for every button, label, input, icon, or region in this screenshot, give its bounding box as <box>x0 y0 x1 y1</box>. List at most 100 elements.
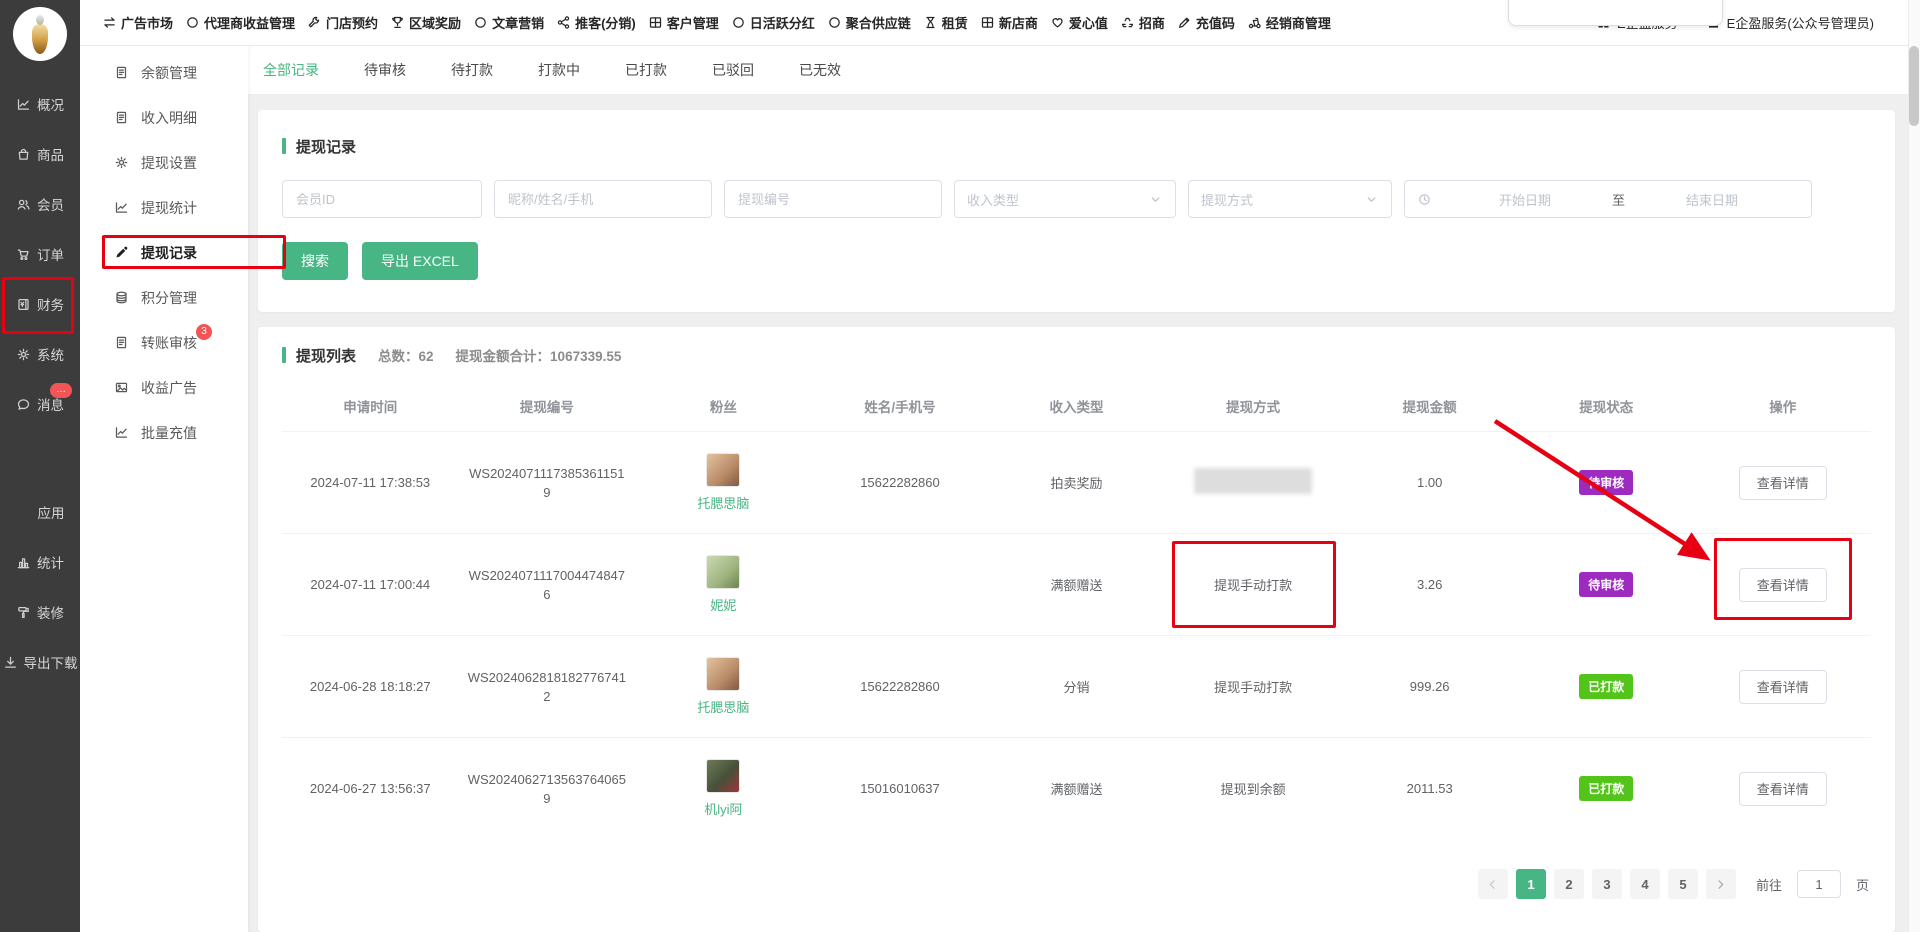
sidebar-item-3[interactable]: 订单 <box>0 229 80 279</box>
tab-3[interactable]: 打款中 <box>538 60 580 80</box>
topnav-item-13[interactable]: 充值码 <box>1177 13 1235 32</box>
search-section-title: 提现记录 <box>296 136 356 157</box>
next-page-button[interactable] <box>1706 869 1736 899</box>
list-total: 总数：62 <box>378 345 434 365</box>
topnav-item-11[interactable]: 爱心值 <box>1050 13 1108 32</box>
swap-icon <box>102 15 117 30</box>
select-placeholder: 收入类型 <box>967 190 1019 209</box>
topnav-item-5[interactable]: 推客(分销) <box>556 13 636 32</box>
search-actions: 搜索 导出 EXCEL <box>282 242 1871 280</box>
scrollbar-thumb[interactable] <box>1909 46 1919 126</box>
sidebar-item-5[interactable]: 系统 <box>0 329 80 379</box>
date-range-picker[interactable]: 开始日期 至 结束日期 <box>1404 180 1812 218</box>
topnav-item-9[interactable]: 租赁 <box>923 13 968 32</box>
fan-name[interactable]: 托腮思脑 <box>697 493 749 512</box>
cell-apply-time: 2024-07-11 17:00:44 <box>282 577 459 592</box>
submenu-item-5[interactable]: 积分管理 <box>80 275 248 320</box>
cell-method: 提现手动打款 <box>1165 677 1342 696</box>
chev-down-icon <box>1148 192 1163 207</box>
cell-withdraw-no: WS20240627135637640659 <box>459 770 636 808</box>
goto-page-input[interactable] <box>1797 870 1841 898</box>
topnav-item-3[interactable]: 区域奖励 <box>390 13 461 32</box>
chart-line-icon <box>16 97 31 112</box>
topnav-item-1[interactable]: 代理商收益管理 <box>185 13 295 32</box>
sidebar-item-8[interactable]: 统计 <box>0 537 80 587</box>
sidebar-item-2[interactable]: 会员 <box>0 179 80 229</box>
sidebar-item-4[interactable]: 财务 <box>0 279 80 329</box>
topnav-item-8[interactable]: 聚合供应链 <box>827 13 911 32</box>
cell-action: 查看详情 <box>1695 670 1872 704</box>
cell-action: 查看详情 <box>1695 466 1872 500</box>
cell-method <box>1165 468 1342 497</box>
topnav-item-10[interactable]: 新店商 <box>980 13 1038 32</box>
sidebar-item-label: 统计 <box>37 552 64 572</box>
image-icon <box>114 380 129 395</box>
sidebar-item-label: 概况 <box>37 94 64 114</box>
tab-4[interactable]: 已打款 <box>625 60 667 80</box>
page-button-2[interactable]: 2 <box>1554 869 1584 899</box>
member-id-input[interactable] <box>282 180 482 218</box>
view-detail-button[interactable]: 查看详情 <box>1739 772 1827 806</box>
cell-amount: 1.00 <box>1341 475 1518 490</box>
tab-5[interactable]: 已驳回 <box>712 60 754 80</box>
search-section-header: 提现记录 <box>282 136 1871 156</box>
view-detail-button[interactable]: 查看详情 <box>1739 466 1827 500</box>
topnav-item-6[interactable]: 客户管理 <box>648 13 719 32</box>
submenu-item-0[interactable]: 余额管理 <box>80 50 248 95</box>
view-detail-button[interactable]: 查看详情 <box>1739 568 1827 602</box>
tab-1[interactable]: 待审核 <box>364 60 406 80</box>
prev-page-button[interactable] <box>1478 869 1508 899</box>
submenu-item-1[interactable]: 收入明细 <box>80 95 248 140</box>
topnav-item-2[interactable]: 门店预约 <box>307 13 378 32</box>
income-type-select[interactable]: 收入类型 <box>954 180 1176 218</box>
fan-name[interactable]: 妮妮 <box>710 595 736 614</box>
page-button-3[interactable]: 3 <box>1592 869 1622 899</box>
sidebar-item-7[interactable]: 应用 <box>0 487 80 537</box>
withdraw-no-input[interactable] <box>724 180 942 218</box>
search-button[interactable]: 搜索 <box>282 242 348 280</box>
sidebar-item-1[interactable]: 商品 <box>0 129 80 179</box>
withdraw-method-select[interactable]: 提现方式 <box>1188 180 1392 218</box>
topnav-item-7[interactable]: 日活跃分红 <box>731 13 815 32</box>
submenu-item-3[interactable]: 提现统计 <box>80 185 248 230</box>
topnav-item-12[interactable]: 招商 <box>1120 13 1165 32</box>
tab-2[interactable]: 待打款 <box>451 60 493 80</box>
submenu-item-2[interactable]: 提现设置 <box>80 140 248 185</box>
topnav-item-14[interactable]: 经销商管理 <box>1247 13 1331 32</box>
submenu-item-7[interactable]: 收益广告 <box>80 365 248 410</box>
topnav-right-item-1[interactable]: E企盈服务(公众号管理员) <box>1706 13 1874 32</box>
submenu-item-8[interactable]: 批量充值 <box>80 410 248 455</box>
fan-name[interactable]: 托腮思脑 <box>697 697 749 716</box>
wrench-icon <box>307 15 322 30</box>
submenu-item-label: 余额管理 <box>141 63 197 83</box>
sidebar-item-0[interactable]: 概况 <box>0 79 80 129</box>
sidebar-item-10[interactable]: 导出下载 <box>0 637 80 687</box>
page-button-4[interactable]: 4 <box>1630 869 1660 899</box>
export-excel-button[interactable]: 导出 EXCEL <box>362 242 478 280</box>
view-detail-button[interactable]: 查看详情 <box>1739 670 1827 704</box>
topnav-item-label: 代理商收益管理 <box>204 13 295 32</box>
sidebar-item-9[interactable]: 装修 <box>0 587 80 637</box>
sidebar-item-6[interactable]: 消息… <box>0 379 80 429</box>
submenu-item-6[interactable]: 转账审核3 <box>80 320 248 365</box>
table-header: 申请时间提现编号粉丝姓名/手机号收入类型提现方式提现金额提现状态操作 <box>282 381 1871 431</box>
cell-fan: 妮妮 <box>635 555 812 614</box>
cell-fan: 托腮思脑 <box>635 657 812 716</box>
doc-icon <box>114 65 129 80</box>
tab-6[interactable]: 已无效 <box>799 60 841 80</box>
column-header: 粉丝 <box>635 396 812 416</box>
topnav-item-4[interactable]: 文章营销 <box>473 13 544 32</box>
page-button-1[interactable]: 1 <box>1516 869 1546 899</box>
page-button-5[interactable]: 5 <box>1668 869 1698 899</box>
column-header: 提现方式 <box>1165 396 1342 416</box>
tab-0[interactable]: 全部记录 <box>263 60 319 80</box>
nickname-input[interactable] <box>494 180 712 218</box>
doc-icon <box>114 110 129 125</box>
submenu-item-4[interactable]: 提现记录 <box>80 230 248 275</box>
column-header: 提现编号 <box>459 396 636 416</box>
cell-amount: 3.26 <box>1341 577 1518 592</box>
topnav-item-label: 租赁 <box>942 13 968 32</box>
grid-icon <box>648 15 663 30</box>
topnav-item-0[interactable]: 广告市场 <box>102 13 173 32</box>
fan-name[interactable]: 机lyi阿 <box>704 799 742 818</box>
